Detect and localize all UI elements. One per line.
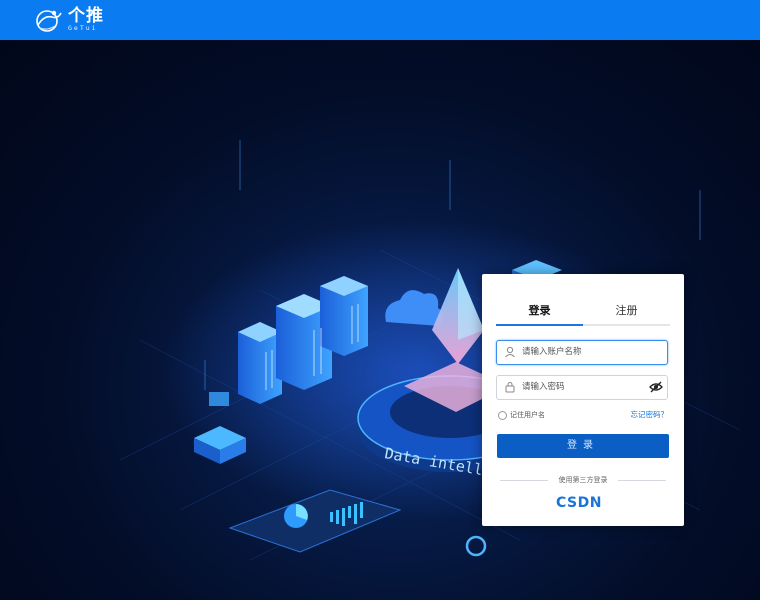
active-tab-indicator	[496, 324, 583, 326]
svg-text:CSDN: CSDN	[556, 495, 602, 510]
user-icon	[505, 346, 515, 358]
lock-icon	[505, 382, 515, 393]
login-tabs: 登录 注册	[496, 302, 670, 326]
eye-slash-icon[interactable]	[649, 381, 663, 393]
password-field[interactable]	[496, 375, 668, 400]
password-input[interactable]	[522, 378, 640, 396]
login-button[interactable]: 登录	[497, 434, 669, 458]
login-card: 登录 注册 记住用户名 忘记密码？ 登录 使用第三方登录 CSDN	[482, 274, 684, 526]
remember-username[interactable]: 记住用户名	[498, 410, 545, 420]
brand-logo[interactable]: 个推 GeTui	[34, 6, 104, 34]
tab-register[interactable]: 注册	[583, 302, 670, 318]
forgot-password-link[interactable]: 忘记密码？	[631, 409, 669, 420]
third-party-login-divider: 使用第三方登录	[496, 475, 670, 485]
brand-name-cn: 个推	[68, 5, 104, 26]
top-header-bar: 个推 GeTui	[0, 0, 760, 40]
divider-line	[618, 480, 666, 481]
getui-logo-icon	[36, 10, 62, 32]
username-field[interactable]	[496, 340, 668, 365]
username-input[interactable]	[522, 343, 640, 361]
brand-name-en: GeTui	[68, 23, 98, 32]
tab-login[interactable]: 登录	[496, 302, 583, 318]
brand-text: 个推 GeTui	[68, 5, 104, 33]
csdn-logo-icon[interactable]: CSDN	[556, 494, 610, 510]
remember-radio[interactable]	[498, 410, 507, 420]
remember-label: 记住用户名	[510, 411, 545, 419]
